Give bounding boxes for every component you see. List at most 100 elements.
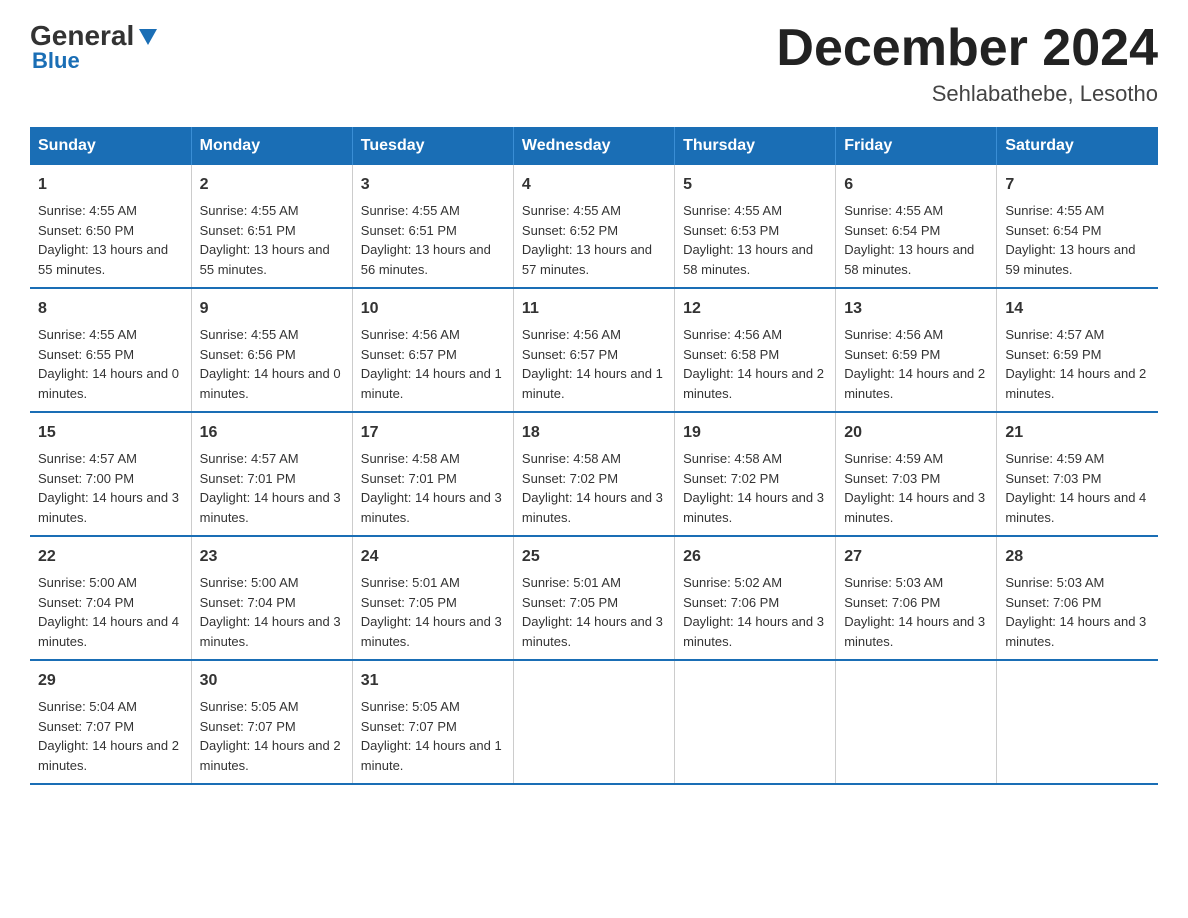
day-cell: 28 Sunrise: 5:03 AM Sunset: 7:06 PM Dayl… xyxy=(997,536,1158,660)
day-cell: 3 Sunrise: 4:55 AM Sunset: 6:51 PM Dayli… xyxy=(352,165,513,288)
week-row-5: 29 Sunrise: 5:04 AM Sunset: 7:07 PM Dayl… xyxy=(30,660,1158,784)
day-info: Sunrise: 5:03 AM Sunset: 7:06 PM Dayligh… xyxy=(1005,573,1150,651)
day-info: Sunrise: 4:55 AM Sunset: 6:51 PM Dayligh… xyxy=(200,201,344,279)
day-info: Sunrise: 4:56 AM Sunset: 6:57 PM Dayligh… xyxy=(361,325,505,403)
day-cell: 6 Sunrise: 4:55 AM Sunset: 6:54 PM Dayli… xyxy=(836,165,997,288)
day-info: Sunrise: 4:55 AM Sunset: 6:52 PM Dayligh… xyxy=(522,201,666,279)
day-cell: 2 Sunrise: 4:55 AM Sunset: 6:51 PM Dayli… xyxy=(191,165,352,288)
day-cell: 27 Sunrise: 5:03 AM Sunset: 7:06 PM Dayl… xyxy=(836,536,997,660)
day-number: 1 xyxy=(38,173,183,197)
day-number: 3 xyxy=(361,173,505,197)
day-number: 14 xyxy=(1005,297,1150,321)
day-info: Sunrise: 4:58 AM Sunset: 7:02 PM Dayligh… xyxy=(683,449,827,527)
day-info: Sunrise: 4:59 AM Sunset: 7:03 PM Dayligh… xyxy=(1005,449,1150,527)
day-cell: 12 Sunrise: 4:56 AM Sunset: 6:58 PM Dayl… xyxy=(675,288,836,412)
day-info: Sunrise: 4:56 AM Sunset: 6:57 PM Dayligh… xyxy=(522,325,666,403)
day-info: Sunrise: 4:55 AM Sunset: 6:56 PM Dayligh… xyxy=(200,325,344,403)
weekday-header-row: SundayMondayTuesdayWednesdayThursdayFrid… xyxy=(30,127,1158,165)
day-cell: 17 Sunrise: 4:58 AM Sunset: 7:01 PM Dayl… xyxy=(352,412,513,536)
day-number: 23 xyxy=(200,545,344,569)
weekday-header-saturday: Saturday xyxy=(997,127,1158,165)
day-cell: 8 Sunrise: 4:55 AM Sunset: 6:55 PM Dayli… xyxy=(30,288,191,412)
day-number: 22 xyxy=(38,545,183,569)
day-number: 11 xyxy=(522,297,666,321)
day-number: 6 xyxy=(844,173,988,197)
day-cell: 29 Sunrise: 5:04 AM Sunset: 7:07 PM Dayl… xyxy=(30,660,191,784)
weekday-header-tuesday: Tuesday xyxy=(352,127,513,165)
day-cell: 9 Sunrise: 4:55 AM Sunset: 6:56 PM Dayli… xyxy=(191,288,352,412)
day-number: 21 xyxy=(1005,421,1150,445)
day-number: 5 xyxy=(683,173,827,197)
day-info: Sunrise: 4:55 AM Sunset: 6:53 PM Dayligh… xyxy=(683,201,827,279)
day-info: Sunrise: 4:57 AM Sunset: 7:00 PM Dayligh… xyxy=(38,449,183,527)
week-row-3: 15 Sunrise: 4:57 AM Sunset: 7:00 PM Dayl… xyxy=(30,412,1158,536)
day-info: Sunrise: 4:56 AM Sunset: 6:58 PM Dayligh… xyxy=(683,325,827,403)
day-number: 9 xyxy=(200,297,344,321)
day-cell: 14 Sunrise: 4:57 AM Sunset: 6:59 PM Dayl… xyxy=(997,288,1158,412)
day-info: Sunrise: 4:55 AM Sunset: 6:54 PM Dayligh… xyxy=(1005,201,1150,279)
day-cell: 20 Sunrise: 4:59 AM Sunset: 7:03 PM Dayl… xyxy=(836,412,997,536)
title-area: December 2024 Sehlabathebe, Lesotho xyxy=(776,20,1158,107)
day-info: Sunrise: 4:55 AM Sunset: 6:50 PM Dayligh… xyxy=(38,201,183,279)
day-number: 16 xyxy=(200,421,344,445)
location: Sehlabathebe, Lesotho xyxy=(776,81,1158,107)
day-cell: 1 Sunrise: 4:55 AM Sunset: 6:50 PM Dayli… xyxy=(30,165,191,288)
day-cell: 7 Sunrise: 4:55 AM Sunset: 6:54 PM Dayli… xyxy=(997,165,1158,288)
week-row-4: 22 Sunrise: 5:00 AM Sunset: 7:04 PM Dayl… xyxy=(30,536,1158,660)
day-cell: 25 Sunrise: 5:01 AM Sunset: 7:05 PM Dayl… xyxy=(513,536,674,660)
day-cell xyxy=(836,660,997,784)
day-info: Sunrise: 4:58 AM Sunset: 7:01 PM Dayligh… xyxy=(361,449,505,527)
logo: General Blue xyxy=(30,20,160,74)
day-number: 12 xyxy=(683,297,827,321)
day-cell: 18 Sunrise: 4:58 AM Sunset: 7:02 PM Dayl… xyxy=(513,412,674,536)
day-cell: 21 Sunrise: 4:59 AM Sunset: 7:03 PM Dayl… xyxy=(997,412,1158,536)
month-title: December 2024 xyxy=(776,20,1158,77)
day-cell: 31 Sunrise: 5:05 AM Sunset: 7:07 PM Dayl… xyxy=(352,660,513,784)
day-info: Sunrise: 5:05 AM Sunset: 7:07 PM Dayligh… xyxy=(361,697,505,775)
day-number: 27 xyxy=(844,545,988,569)
day-info: Sunrise: 5:01 AM Sunset: 7:05 PM Dayligh… xyxy=(522,573,666,651)
day-number: 26 xyxy=(683,545,827,569)
day-number: 15 xyxy=(38,421,183,445)
day-number: 7 xyxy=(1005,173,1150,197)
day-number: 28 xyxy=(1005,545,1150,569)
day-cell: 10 Sunrise: 4:56 AM Sunset: 6:57 PM Dayl… xyxy=(352,288,513,412)
day-number: 31 xyxy=(361,669,505,693)
day-cell: 23 Sunrise: 5:00 AM Sunset: 7:04 PM Dayl… xyxy=(191,536,352,660)
day-cell: 5 Sunrise: 4:55 AM Sunset: 6:53 PM Dayli… xyxy=(675,165,836,288)
day-info: Sunrise: 5:03 AM Sunset: 7:06 PM Dayligh… xyxy=(844,573,988,651)
day-number: 17 xyxy=(361,421,505,445)
day-number: 8 xyxy=(38,297,183,321)
day-info: Sunrise: 4:57 AM Sunset: 7:01 PM Dayligh… xyxy=(200,449,344,527)
day-cell: 22 Sunrise: 5:00 AM Sunset: 7:04 PM Dayl… xyxy=(30,536,191,660)
logo-triangle-icon xyxy=(137,25,159,47)
day-cell: 4 Sunrise: 4:55 AM Sunset: 6:52 PM Dayli… xyxy=(513,165,674,288)
day-info: Sunrise: 4:57 AM Sunset: 6:59 PM Dayligh… xyxy=(1005,325,1150,403)
calendar-table: SundayMondayTuesdayWednesdayThursdayFrid… xyxy=(30,127,1158,785)
day-cell: 19 Sunrise: 4:58 AM Sunset: 7:02 PM Dayl… xyxy=(675,412,836,536)
day-cell xyxy=(675,660,836,784)
day-number: 20 xyxy=(844,421,988,445)
weekday-header-thursday: Thursday xyxy=(675,127,836,165)
day-info: Sunrise: 5:04 AM Sunset: 7:07 PM Dayligh… xyxy=(38,697,183,775)
page-header: General Blue December 2024 Sehlabathebe,… xyxy=(30,20,1158,107)
day-number: 13 xyxy=(844,297,988,321)
day-info: Sunrise: 5:05 AM Sunset: 7:07 PM Dayligh… xyxy=(200,697,344,775)
day-number: 10 xyxy=(361,297,505,321)
day-number: 30 xyxy=(200,669,344,693)
day-number: 25 xyxy=(522,545,666,569)
weekday-header-sunday: Sunday xyxy=(30,127,191,165)
day-cell: 24 Sunrise: 5:01 AM Sunset: 7:05 PM Dayl… xyxy=(352,536,513,660)
day-info: Sunrise: 4:55 AM Sunset: 6:55 PM Dayligh… xyxy=(38,325,183,403)
weekday-header-monday: Monday xyxy=(191,127,352,165)
day-cell: 11 Sunrise: 4:56 AM Sunset: 6:57 PM Dayl… xyxy=(513,288,674,412)
week-row-1: 1 Sunrise: 4:55 AM Sunset: 6:50 PM Dayli… xyxy=(30,165,1158,288)
day-cell: 16 Sunrise: 4:57 AM Sunset: 7:01 PM Dayl… xyxy=(191,412,352,536)
day-number: 2 xyxy=(200,173,344,197)
day-number: 24 xyxy=(361,545,505,569)
day-info: Sunrise: 4:59 AM Sunset: 7:03 PM Dayligh… xyxy=(844,449,988,527)
day-cell xyxy=(997,660,1158,784)
logo-blue: Blue xyxy=(32,48,80,74)
week-row-2: 8 Sunrise: 4:55 AM Sunset: 6:55 PM Dayli… xyxy=(30,288,1158,412)
weekday-header-friday: Friday xyxy=(836,127,997,165)
